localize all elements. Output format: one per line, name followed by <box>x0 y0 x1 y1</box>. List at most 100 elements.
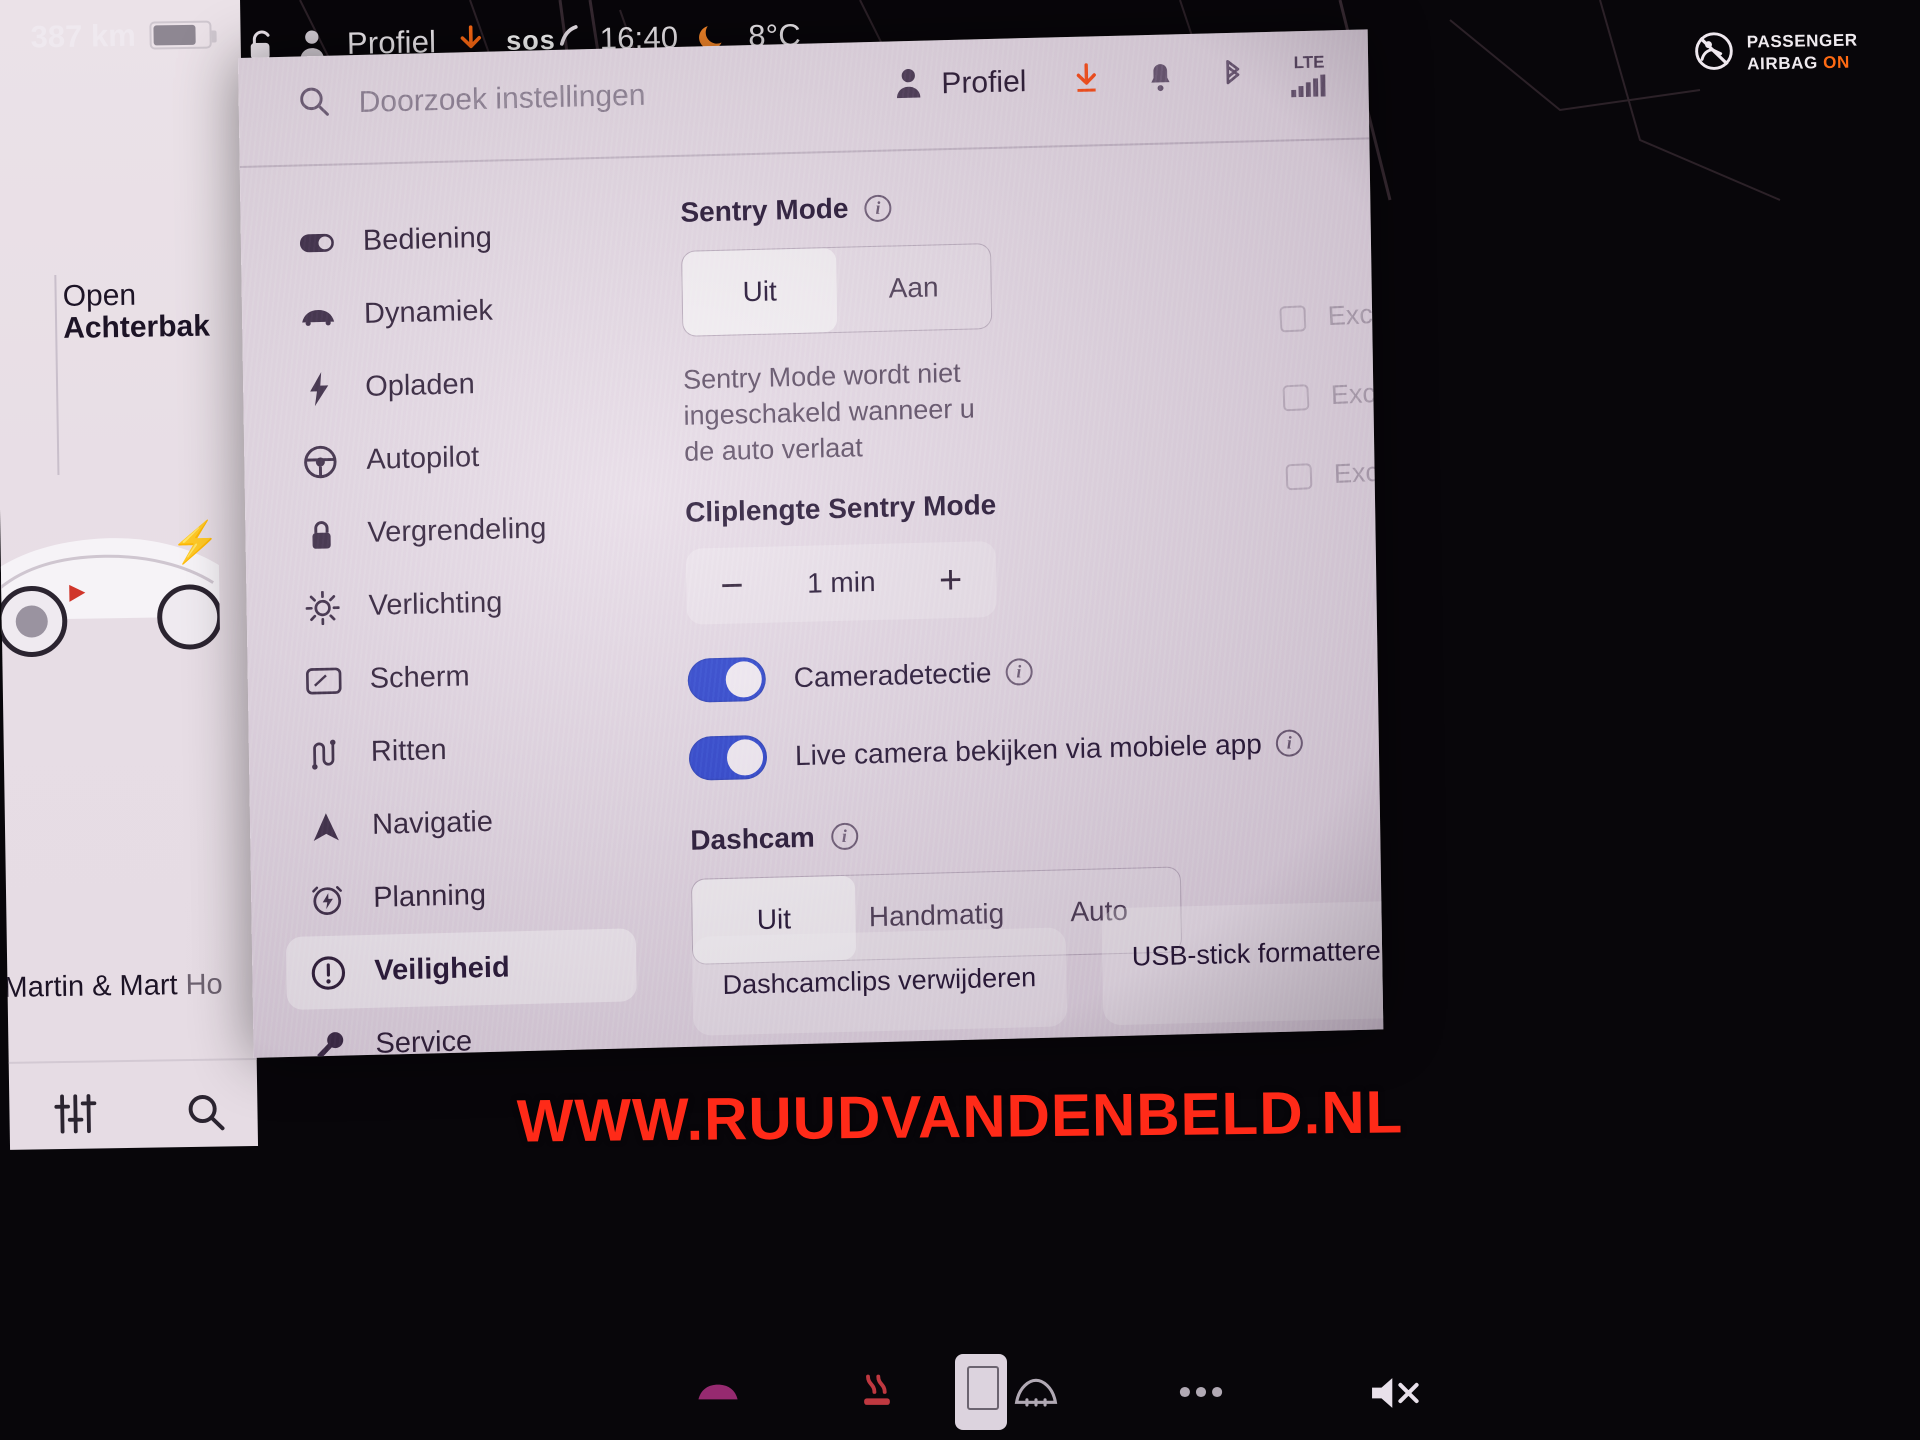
car-icon <box>300 305 336 326</box>
sidebar-item-label: Autopilot <box>366 441 480 476</box>
bolt-icon: ⚡ <box>170 520 221 566</box>
sun-icon <box>304 590 341 625</box>
sidebar-item-label: Veiligheid <box>374 951 510 987</box>
live-camera-row[interactable]: Live camera bekijken via mobiele app i <box>688 720 1349 781</box>
open-trunk-line2: Achterbak <box>62 309 211 346</box>
search-placeholder: Doorzoek instellingen <box>358 78 646 119</box>
sidebar-item-ritten[interactable]: Ritten <box>282 709 633 791</box>
clip-length-stepper[interactable]: − 1 min + <box>685 540 997 625</box>
info-icon[interactable]: i <box>830 822 859 851</box>
sidebar-item-label: Opladen <box>364 368 476 403</box>
sidebar-item-label: Verlichting <box>368 586 503 622</box>
checkbox[interactable] <box>1279 304 1307 332</box>
live-camera-label: Live camera bekijken via mobiele app <box>794 728 1263 771</box>
defrost-icon[interactable] <box>1014 1376 1058 1413</box>
person-icon <box>893 66 924 104</box>
driver-profile-label[interactable]: Martin & Mart Ho <box>3 969 223 1005</box>
seat-heater-icon[interactable] <box>860 1374 894 1415</box>
dashcam-label: Dashcam <box>690 821 816 856</box>
range-indicator: 387 km <box>30 17 212 56</box>
exclusion-werk[interactable]: Exclusief Werk <box>1282 367 1383 414</box>
tesla-car-icon[interactable] <box>0 467 221 701</box>
sidebar-item-verlichting[interactable]: Verlichting <box>280 563 631 645</box>
stepper-increment-button[interactable]: + <box>939 558 963 603</box>
open-trunk-line1: Open <box>62 278 137 313</box>
sentry-mode-option-aan[interactable]: Aan <box>836 244 991 332</box>
clip-length-title: Cliplengte Sentry Mode <box>684 488 997 528</box>
checkbox[interactable] <box>1285 462 1313 490</box>
search-input[interactable]: Doorzoek instellingen <box>296 76 646 124</box>
format-usb-button[interactable]: USB-stick formatteren <box>1101 900 1384 1026</box>
info-icon[interactable]: i <box>1005 658 1033 686</box>
software-download-icon[interactable] <box>1072 61 1101 101</box>
phone-handset-icon <box>559 24 578 46</box>
trips-icon <box>307 737 343 770</box>
dashcam-title: Dashcam i <box>690 808 1350 857</box>
camera-detection-row[interactable]: Cameradetectie i <box>687 642 1347 703</box>
sidebar-item-label: Scherm <box>369 660 470 695</box>
sidebar-item-opladen[interactable]: Opladen <box>277 344 628 426</box>
checkbox[interactable] <box>1282 383 1310 411</box>
airbag-line1: PASSENGER <box>1746 30 1858 52</box>
clip-length-value: 1 min <box>806 565 876 599</box>
sidebar-item-label: Planning <box>372 878 487 914</box>
info-icon[interactable]: i <box>864 194 892 222</box>
navigation-arrow-icon <box>308 810 344 843</box>
bluetooth-icon[interactable] <box>1220 57 1245 97</box>
sentry-mode-segmented-control[interactable]: Uit Aan <box>681 243 993 337</box>
search-icon[interactable] <box>184 1090 227 1138</box>
sidebar-item-vergrendeling[interactable]: Vergrendeling <box>279 490 630 572</box>
sentry-exclusion-list: Exclusief Thuis Exclusief Werk Exclusief… <box>1279 288 1383 541</box>
info-icon[interactable]: i <box>1275 729 1303 758</box>
live-camera-toggle[interactable] <box>688 734 768 781</box>
settings-content: Sentry Mode i Uit Aan Sentry Mode wordt … <box>680 180 1352 965</box>
network-type-label: LTE <box>1293 52 1325 73</box>
sidebar-item-scherm[interactable]: Scherm <box>281 636 632 718</box>
sidebar-item-label: Bediening <box>362 221 493 257</box>
passenger-airbag-icon <box>1694 31 1735 77</box>
steering-wheel-icon <box>302 444 339 479</box>
stepper-decrement-button[interactable]: − <box>720 563 744 608</box>
header-profile-button[interactable]: Profiel <box>893 64 1027 104</box>
battery-icon <box>149 20 212 50</box>
sliders-icon[interactable] <box>53 1091 98 1141</box>
sidebar-item-autopilot[interactable]: Autopilot <box>278 417 629 499</box>
bell-icon[interactable] <box>1146 60 1175 98</box>
open-trunk-button[interactable]: Open Achterbak <box>62 279 210 345</box>
tesla-touchscreen: Profiel sos 16:40 8°C PASSENGER AIRBAG O… <box>0 0 1920 1440</box>
airbag-line2: AIRBAG <box>1747 52 1819 74</box>
sidebar-item-planning[interactable]: Planning <box>285 855 636 937</box>
airbag-state: ON <box>1823 52 1851 72</box>
display-icon <box>306 666 342 695</box>
ellipsis-icon[interactable] <box>1178 1384 1224 1405</box>
dashcam-action-buttons: Dashcamclips verwijderen USB-stick forma… <box>691 900 1384 1036</box>
exclusion-favorieten[interactable]: Exclusief Favorieten <box>1285 446 1383 493</box>
sidebar-item-bediening[interactable]: Bediening <box>274 198 625 280</box>
delete-dashcam-clips-button[interactable]: Dashcamclips verwijderen <box>691 927 1067 1036</box>
bolt-icon <box>301 371 338 406</box>
sidebar-item-dynamiek[interactable]: Dynamiek <box>275 271 626 353</box>
signal-bars-icon: LTE <box>1290 52 1329 98</box>
divider <box>54 275 60 476</box>
volume-mute-icon[interactable] <box>1368 1372 1422 1414</box>
sidebar-item-label: Vergrendeling <box>367 512 547 549</box>
sidebar-item-service[interactable]: Service <box>287 1001 638 1058</box>
car-icon[interactable] <box>696 1379 740 1410</box>
phone-card-icon[interactable] <box>955 1354 1007 1430</box>
settings-sidebar: Bediening Dynamiek Opladen Autopilot Ver… <box>274 198 639 1058</box>
sentry-mode-description: Sentry Mode wordt niet ingeschakeld wann… <box>682 357 975 467</box>
camera-detection-toggle[interactable] <box>687 656 767 703</box>
alert-circle-icon <box>310 954 347 991</box>
divider <box>239 137 1370 168</box>
toggle-icon <box>299 231 335 254</box>
range-value: 387 km <box>30 17 136 55</box>
sidebar-item-label: Navigatie <box>371 805 494 841</box>
sentry-mode-label: Sentry Mode <box>680 192 849 228</box>
sidebar-item-navigatie[interactable]: Navigatie <box>284 782 635 864</box>
sidebar-item-label: Dynamiek <box>363 294 494 330</box>
sentry-mode-option-uit[interactable]: Uit <box>682 247 838 336</box>
search-icon <box>296 84 331 124</box>
scheduled-charge-icon <box>309 882 346 917</box>
lock-icon <box>303 517 340 552</box>
sidebar-item-veiligheid[interactable]: Veiligheid <box>285 928 637 1011</box>
